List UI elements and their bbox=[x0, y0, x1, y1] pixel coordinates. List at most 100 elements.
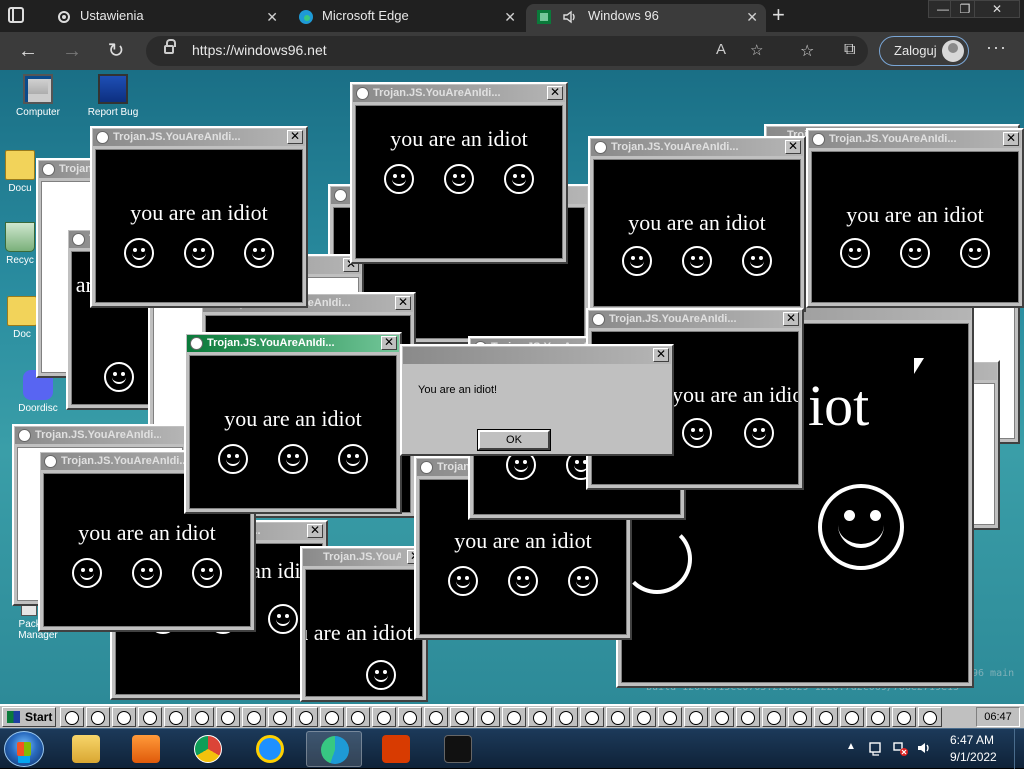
refresh-button[interactable]: ↻ bbox=[104, 39, 128, 63]
ok-button[interactable]: OK bbox=[477, 429, 551, 451]
win96-task-button[interactable] bbox=[268, 707, 292, 727]
add-favorite-icon[interactable]: ☆ bbox=[750, 41, 763, 59]
window-titlebar[interactable]: Trojan.JS.YouAreAnIdi... bbox=[15, 427, 185, 444]
desktop-icon-report-bug[interactable]: Report Bug bbox=[80, 74, 146, 118]
win96-task-button[interactable] bbox=[346, 707, 370, 727]
collections-icon[interactable]: ⧉ bbox=[844, 41, 855, 59]
tab-close-button[interactable]: ✕ bbox=[746, 5, 758, 29]
popup-window-active[interactable]: Trojan.JS.YouAreAnIdi... ✕ you are an idi… bbox=[184, 332, 402, 514]
win96-task-button[interactable] bbox=[736, 707, 760, 727]
popup-window[interactable]: Trojan.JS.YouAreAnIdi...✕ you are an idi… bbox=[90, 126, 308, 308]
win96-task-button[interactable] bbox=[554, 707, 578, 727]
win96-task-button[interactable] bbox=[476, 707, 500, 727]
win96-task-button[interactable] bbox=[138, 707, 162, 727]
favorites-icon[interactable]: ☆ bbox=[800, 41, 814, 61]
win96-task-button[interactable] bbox=[242, 707, 266, 727]
win96-task-button[interactable] bbox=[112, 707, 136, 727]
clock-time[interactable]: 6:47 AM bbox=[950, 733, 994, 747]
close-icon[interactable]: ✕ bbox=[287, 130, 303, 144]
window-titlebar[interactable]: Trojan.JS.YouAreAnIdi...✕ bbox=[187, 335, 399, 352]
win96-task-button[interactable] bbox=[632, 707, 656, 727]
win96-task-button[interactable] bbox=[372, 707, 396, 727]
back-button[interactable]: ← bbox=[16, 39, 40, 63]
close-window-button[interactable]: ✕ bbox=[974, 0, 1020, 18]
win96-task-button[interactable] bbox=[866, 707, 890, 727]
desktop-icon-documents[interactable]: Docu bbox=[0, 150, 40, 194]
tab-close-button[interactable]: ✕ bbox=[266, 5, 278, 29]
desktop-icon-computer[interactable]: Computer bbox=[5, 74, 71, 118]
read-aloud-icon[interactable]: A bbox=[716, 41, 726, 58]
windows-start-orb-icon[interactable] bbox=[4, 731, 44, 767]
win96-task-button[interactable] bbox=[86, 707, 110, 727]
win96-task-button[interactable] bbox=[580, 707, 604, 727]
network-disconnected-icon[interactable] bbox=[892, 740, 908, 756]
forward-button[interactable]: → bbox=[60, 39, 84, 63]
window-titlebar[interactable]: Trojan.JS.YouAreAnIdi...✕ bbox=[353, 85, 565, 102]
popup-window[interactable]: Trojan.JS.YouAreAnIdi...✕ you are an idi… bbox=[588, 136, 806, 312]
tab-microsoft-edge[interactable]: Microsoft Edge ✕ bbox=[288, 4, 524, 32]
win96-task-button[interactable] bbox=[450, 707, 474, 727]
tab-ustawienia[interactable]: Ustawienia ✕ bbox=[46, 4, 286, 32]
win96-task-button[interactable] bbox=[164, 707, 188, 727]
close-icon[interactable]: ✕ bbox=[547, 86, 563, 100]
win96-task-button[interactable] bbox=[918, 707, 942, 727]
win96-task-button[interactable] bbox=[320, 707, 344, 727]
win96-task-button[interactable] bbox=[788, 707, 812, 727]
win96-task-button[interactable] bbox=[294, 707, 318, 727]
taskbar-pin-chrome[interactable] bbox=[180, 731, 236, 767]
close-icon[interactable]: ✕ bbox=[381, 336, 397, 350]
win96-task-button[interactable] bbox=[216, 707, 240, 727]
win96-task-button[interactable] bbox=[60, 707, 84, 727]
close-icon[interactable]: ✕ bbox=[785, 140, 801, 154]
win96-task-button[interactable] bbox=[190, 707, 214, 727]
window-titlebar[interactable]: Trojan.JS.YouAreAnIdi...✕ bbox=[809, 131, 1021, 148]
window-titlebar[interactable]: Trojan.JS.YouAreAnIdi...✕ bbox=[589, 311, 801, 328]
more-menu-icon[interactable]: ··· bbox=[986, 37, 1007, 58]
win96-task-button[interactable] bbox=[814, 707, 838, 727]
url-text[interactable]: https://windows96.net bbox=[192, 42, 327, 58]
new-tab-button[interactable]: + bbox=[772, 3, 785, 27]
volume-icon[interactable] bbox=[916, 740, 932, 756]
clock-date[interactable]: 9/1/2022 bbox=[950, 750, 997, 764]
window-titlebar[interactable]: ✕ bbox=[403, 347, 671, 364]
popup-window[interactable]: Trojan.JS.YouAreAnIdi...✕ you are an idi… bbox=[300, 546, 428, 702]
taskbar-pin-office[interactable] bbox=[368, 731, 424, 767]
speaker-icon[interactable] bbox=[562, 9, 578, 25]
tab-actions-button[interactable] bbox=[8, 7, 24, 23]
close-icon[interactable]: ✕ bbox=[1003, 132, 1019, 146]
popup-window[interactable]: Trojan.JS.YouAreAnIdi...✕ you are an idi… bbox=[350, 82, 568, 264]
win96-task-button[interactable] bbox=[606, 707, 630, 727]
win96-task-button[interactable] bbox=[840, 707, 864, 727]
win96-task-button[interactable] bbox=[762, 707, 786, 727]
win96-task-button[interactable] bbox=[502, 707, 526, 727]
action-center-icon[interactable] bbox=[868, 740, 884, 756]
win96-task-button[interactable] bbox=[398, 707, 422, 727]
win96-task-button[interactable] bbox=[710, 707, 734, 727]
close-icon[interactable]: ✕ bbox=[307, 524, 323, 538]
win96-task-button[interactable] bbox=[424, 707, 448, 727]
popup-window[interactable]: Trojan.JS.YouAreAnIdi...✕ you are an idi… bbox=[806, 128, 1024, 308]
taskbar-pin-edge[interactable] bbox=[306, 731, 362, 767]
login-button[interactable]: Zaloguj bbox=[879, 36, 969, 66]
taskbar-pin-internet-explorer[interactable] bbox=[242, 731, 298, 767]
win96-task-button[interactable] bbox=[684, 707, 708, 727]
tab-close-button[interactable]: ✕ bbox=[504, 5, 516, 29]
win96-task-button[interactable] bbox=[528, 707, 552, 727]
taskbar-pin-explorer[interactable] bbox=[58, 731, 114, 767]
close-icon[interactable]: ✕ bbox=[783, 312, 799, 326]
message-box[interactable]: ✕ You are an idiot! OK bbox=[400, 344, 674, 456]
taskbar-pin-app[interactable] bbox=[430, 731, 486, 767]
address-bar[interactable]: https://windows96.net A ☆ bbox=[146, 36, 868, 66]
win96-start-button[interactable]: Start bbox=[2, 707, 56, 727]
show-desktop-button[interactable] bbox=[1014, 729, 1024, 769]
show-hidden-icons-icon[interactable]: ▲ bbox=[846, 741, 856, 752]
close-icon[interactable]: ✕ bbox=[395, 296, 411, 310]
window-titlebar[interactable]: Trojan.JS.YouAreAnIdi...✕ bbox=[303, 549, 425, 566]
lock-icon[interactable] bbox=[164, 39, 176, 54]
win96-task-button[interactable] bbox=[892, 707, 916, 727]
close-icon[interactable]: ✕ bbox=[653, 348, 669, 362]
window-titlebar[interactable]: Trojan.JS.YouAreAnIdi...✕ bbox=[591, 139, 803, 156]
win96-task-button[interactable] bbox=[658, 707, 682, 727]
desktop-icon-recycle-bin[interactable]: Recyc bbox=[0, 222, 40, 266]
window-titlebar[interactable]: Trojan.JS.YouAreAnIdi...✕ bbox=[93, 129, 305, 146]
